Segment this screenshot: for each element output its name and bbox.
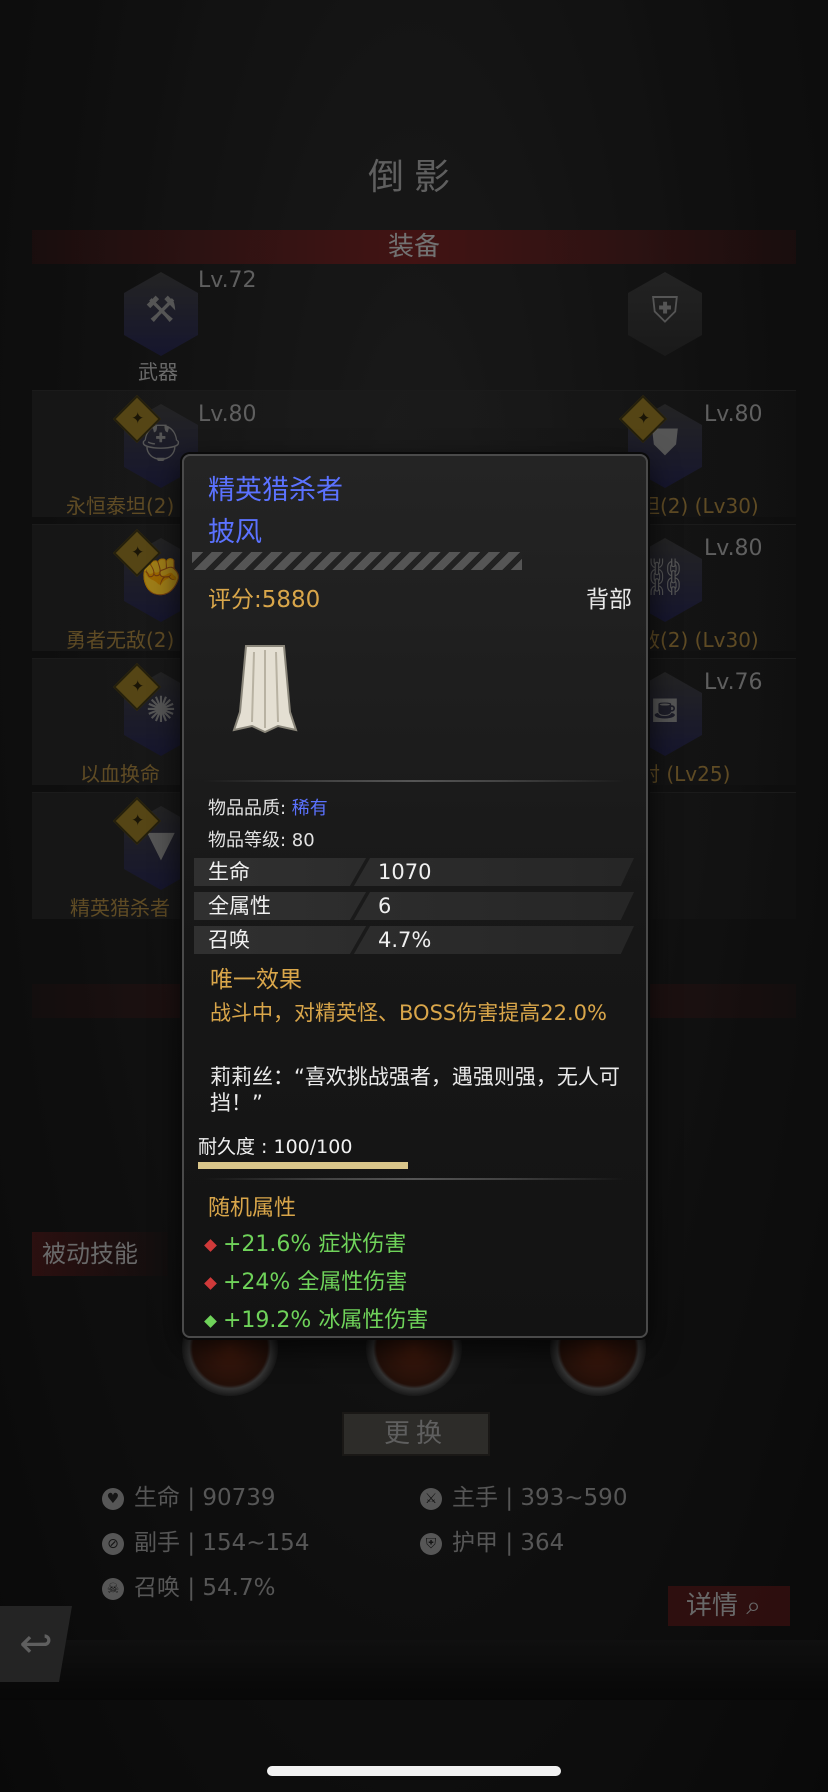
gem-icon bbox=[204, 1238, 217, 1252]
random-affix: +21.6% 症状伤害 bbox=[204, 1226, 406, 1258]
item-score: 评分:5880 bbox=[208, 587, 321, 613]
random-affix: +19.2% 冰属性伤害 bbox=[204, 1302, 428, 1334]
durability-bar bbox=[198, 1162, 408, 1169]
title-divider bbox=[192, 552, 522, 570]
divider bbox=[204, 780, 624, 782]
flavor-quote: 莉莉丝：“喜欢挑战强者，遇强则强，无人可挡！” bbox=[210, 1065, 620, 1115]
random-attrs-header: 随机属性 bbox=[208, 1196, 297, 1221]
gem-icon bbox=[204, 1314, 217, 1328]
home-indicator[interactable] bbox=[267, 1766, 561, 1776]
item-slot: 背部 bbox=[586, 587, 632, 613]
attr-row: 召唤 4.7% bbox=[194, 926, 634, 954]
random-affix: +24% 全属性伤害 bbox=[204, 1264, 407, 1296]
unique-effect-text: 战斗中，对精英怪、BOSS伤害提高22.0% bbox=[210, 1001, 607, 1025]
cape-icon bbox=[232, 645, 298, 734]
divider bbox=[204, 1178, 624, 1180]
item-name: 精英猎杀者 bbox=[208, 475, 343, 506]
item-quality: 物品品质: 稀有 bbox=[208, 798, 328, 819]
attr-row: 全属性 6 bbox=[194, 892, 634, 920]
item-level: 物品等级: 80 bbox=[208, 830, 315, 851]
gem-icon bbox=[204, 1276, 217, 1290]
attr-row: 生命 1070 bbox=[194, 858, 634, 886]
item-tooltip: 精英猎杀者 披风 评分:5880 背部 物品品质: 稀有 物品等级: 80 生命… bbox=[182, 454, 648, 1338]
durability-label: 耐久度 : 100/100 bbox=[198, 1136, 353, 1158]
item-type: 披风 bbox=[208, 517, 262, 548]
unique-effect-header: 唯一效果 bbox=[210, 967, 302, 993]
